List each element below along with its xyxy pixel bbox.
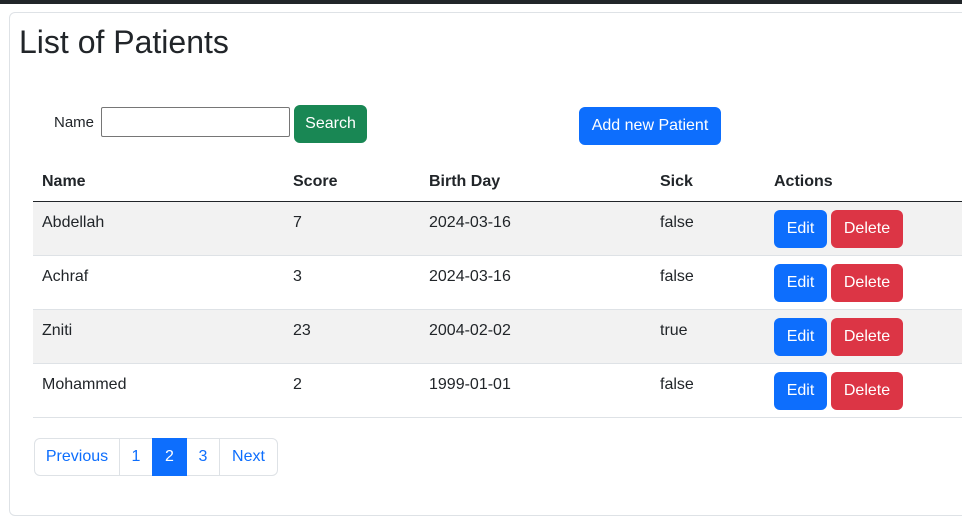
pagination-page-1[interactable]: 1 <box>119 438 153 476</box>
cell-sick: false <box>651 363 765 418</box>
cell-name: Mohammed <box>33 363 284 418</box>
cell-birth-day: 2024-03-16 <box>420 255 651 310</box>
cell-score: 2 <box>284 363 420 418</box>
header-birth-day: Birth Day <box>420 163 651 202</box>
cell-actions: Edit Delete <box>765 309 962 364</box>
patients-table: Name Score Birth Day Sick Actions Abdell… <box>33 163 962 418</box>
delete-button[interactable]: Delete <box>831 318 903 356</box>
search-name-input[interactable] <box>101 107 290 137</box>
delete-button[interactable]: Delete <box>831 210 903 248</box>
table-row: Mohammed 2 1999-01-01 false Edit Delete <box>33 363 962 418</box>
table-row: Zniti 23 2004-02-02 true Edit Delete <box>33 309 962 364</box>
cell-actions: Edit Delete <box>765 255 962 310</box>
cell-name: Zniti <box>33 309 284 364</box>
page-title: List of Patients <box>19 24 229 60</box>
pagination-page-3[interactable]: 3 <box>186 438 220 476</box>
pagination-next[interactable]: Next <box>219 438 278 476</box>
cell-score: 3 <box>284 255 420 310</box>
pagination: Previous 1 2 3 Next <box>34 438 278 476</box>
cell-sick: true <box>651 309 765 364</box>
header-score: Score <box>284 163 420 202</box>
top-bar <box>0 0 962 4</box>
cell-sick: false <box>651 201 765 256</box>
cell-birth-day: 2004-02-02 <box>420 309 651 364</box>
delete-button[interactable]: Delete <box>831 264 903 302</box>
header-actions: Actions <box>765 163 962 202</box>
delete-button[interactable]: Delete <box>831 372 903 410</box>
cell-sick: false <box>651 255 765 310</box>
edit-button[interactable]: Edit <box>774 318 827 356</box>
cell-actions: Edit Delete <box>765 363 962 418</box>
pagination-page-2[interactable]: 2 <box>152 438 187 476</box>
pagination-previous[interactable]: Previous <box>34 438 120 476</box>
search-button[interactable]: Search <box>294 105 367 143</box>
cell-name: Abdellah <box>33 201 284 256</box>
table-row: Abdellah 7 2024-03-16 false Edit Delete <box>33 201 962 256</box>
cell-score: 7 <box>284 201 420 256</box>
edit-button[interactable]: Edit <box>774 210 827 248</box>
cell-actions: Edit Delete <box>765 201 962 256</box>
cell-name: Achraf <box>33 255 284 310</box>
header-sick: Sick <box>651 163 765 202</box>
add-new-patient-button[interactable]: Add new Patient <box>579 107 721 145</box>
cell-birth-day: 2024-03-16 <box>420 201 651 256</box>
header-name: Name <box>33 163 284 202</box>
table-row: Achraf 3 2024-03-16 false Edit Delete <box>33 255 962 310</box>
search-name-label: Name <box>54 114 95 131</box>
edit-button[interactable]: Edit <box>774 264 827 302</box>
cell-score: 23 <box>284 309 420 364</box>
edit-button[interactable]: Edit <box>774 372 827 410</box>
cell-birth-day: 1999-01-01 <box>420 363 651 418</box>
table-header-row: Name Score Birth Day Sick Actions <box>33 163 962 202</box>
